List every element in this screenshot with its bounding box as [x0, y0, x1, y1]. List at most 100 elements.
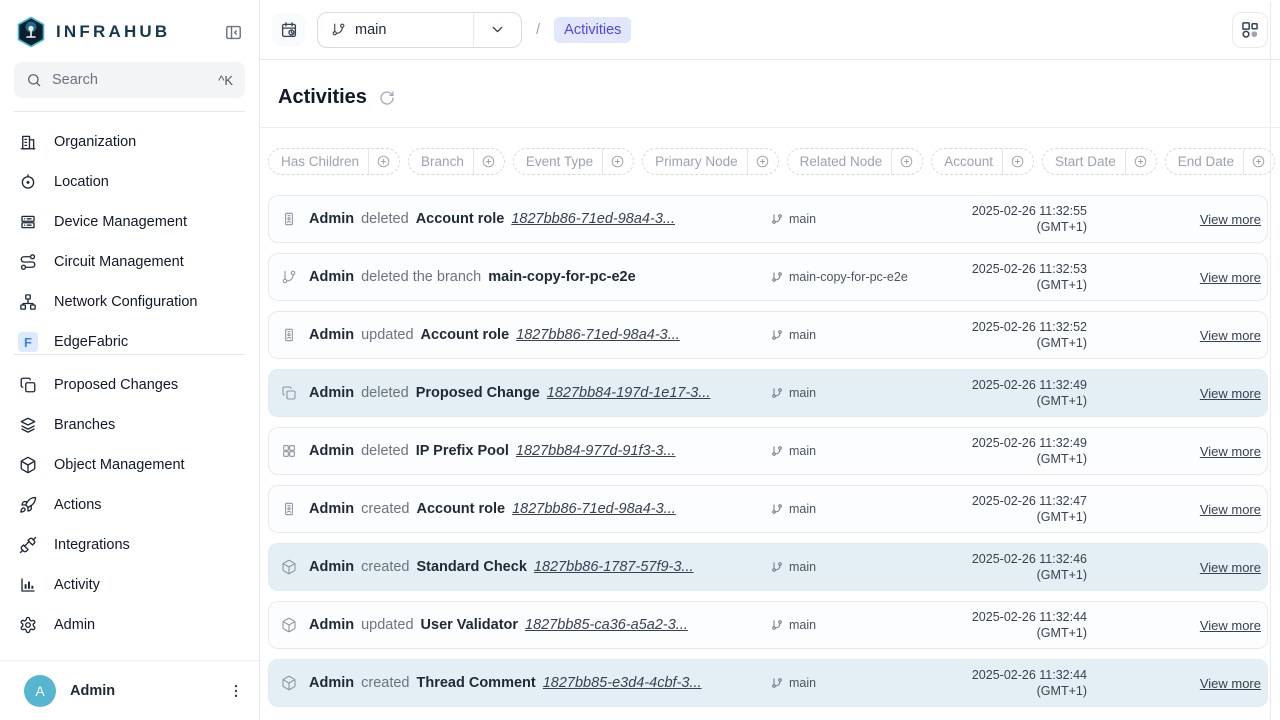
- filter-chip-branch[interactable]: Branch: [408, 148, 505, 175]
- sidebar-item-object-management[interactable]: Object Management: [0, 445, 259, 485]
- date-picker-button[interactable]: [272, 13, 305, 46]
- object-id-link[interactable]: 1827bb84-197d-1e17-3...: [547, 385, 711, 401]
- grid-icon: [281, 443, 297, 459]
- sidebar-item-device-management[interactable]: Device Management: [0, 202, 259, 242]
- view-more-link[interactable]: View more: [1200, 618, 1261, 633]
- action: deleted: [361, 211, 409, 227]
- filter-chip-primary-node[interactable]: Primary Node: [642, 148, 779, 175]
- view-more-link[interactable]: View more: [1200, 212, 1261, 227]
- sidebar-item-label: EdgeFabric: [54, 334, 128, 350]
- add-filter-icon[interactable]: [1002, 149, 1033, 174]
- sidebar-item-edgefabric[interactable]: F EdgeFabric: [0, 322, 259, 354]
- action: deleted: [361, 385, 409, 401]
- view-more-link[interactable]: View more: [1200, 444, 1261, 459]
- cube-icon: [18, 455, 38, 475]
- object-id-link[interactable]: 1827bb86-71ed-98a4-3...: [516, 327, 680, 343]
- git-branch-icon: [771, 329, 783, 341]
- sidebar-item-label: Object Management: [54, 457, 185, 473]
- filter-chip-account[interactable]: Account: [931, 148, 1034, 175]
- sidebar-item-label: Admin: [54, 617, 95, 633]
- filter-chip-end-date[interactable]: End Date: [1165, 148, 1275, 175]
- sidebar-item-network-configuration[interactable]: Network Configuration: [0, 282, 259, 322]
- filter-chip-has-children[interactable]: Has Children: [268, 148, 400, 175]
- network-icon: [18, 292, 38, 312]
- sidebar-section-primary: Organization Location Device Management …: [0, 112, 259, 354]
- timestamp: 2025-02-26 11:32:49(GMT+1): [941, 435, 1087, 468]
- search-input[interactable]: Search ^K: [14, 62, 245, 98]
- sidebar-item-activity[interactable]: Activity: [0, 565, 259, 605]
- sidebar-item-branches[interactable]: Branches: [0, 405, 259, 445]
- breadcrumb-activities[interactable]: Activities: [554, 17, 631, 43]
- actor: Admin: [309, 675, 354, 691]
- filter-chip-start-date[interactable]: Start Date: [1042, 148, 1157, 175]
- add-filter-icon[interactable]: [473, 149, 504, 174]
- sidebar-item-label: Branches: [54, 417, 115, 433]
- object-id-link[interactable]: 1827bb86-71ed-98a4-3...: [512, 501, 676, 517]
- sidebar-item-organization[interactable]: Organization: [0, 122, 259, 162]
- object-id-link[interactable]: 1827bb85-e3d4-4cbf-3...: [543, 675, 702, 691]
- view-more-link[interactable]: View more: [1200, 502, 1261, 517]
- view-more-link[interactable]: View more: [1200, 328, 1261, 343]
- components-button[interactable]: [1232, 12, 1268, 48]
- gear-icon: [18, 615, 38, 635]
- sidebar-collapse-icon[interactable]: [224, 23, 243, 42]
- route-icon: [18, 252, 38, 272]
- branch-selector[interactable]: main: [317, 12, 522, 48]
- sidebar-item-actions[interactable]: Actions: [0, 485, 259, 525]
- add-filter-icon[interactable]: [1125, 149, 1156, 174]
- plug-icon: [18, 535, 38, 555]
- sidebar-item-admin[interactable]: Admin: [0, 605, 259, 645]
- breadcrumb-separator: /: [534, 21, 542, 38]
- sidebar-item-integrations[interactable]: Integrations: [0, 525, 259, 565]
- filter-chip-related-node[interactable]: Related Node: [787, 148, 924, 175]
- logo-row: INFRAHUB: [0, 0, 259, 50]
- activity-message: Admin created Standard Check 1827bb86-17…: [309, 559, 771, 575]
- branch-name: main: [789, 618, 816, 632]
- view-more-link[interactable]: View more: [1200, 386, 1261, 401]
- add-filter-icon[interactable]: [602, 149, 633, 174]
- object-id-link[interactable]: 1827bb85-ca36-a5a2-3...: [525, 617, 688, 633]
- object-type: Thread Comment: [416, 675, 535, 691]
- object-id-link[interactable]: 1827bb86-1787-57f9-3...: [534, 559, 694, 575]
- user-row: A Admin: [0, 660, 259, 720]
- sidebar-section-secondary: Proposed Changes Branches Object Managem…: [0, 355, 259, 645]
- cube-icon: [281, 559, 297, 575]
- activity-message: Admin created Thread Comment 1827bb85-e3…: [309, 675, 771, 691]
- add-filter-icon[interactable]: [368, 149, 399, 174]
- object-id-link[interactable]: 1827bb86-71ed-98a4-3...: [511, 211, 675, 227]
- add-filter-icon[interactable]: [891, 149, 922, 174]
- git-branch-icon: [771, 387, 783, 399]
- activity-row: Admin deleted Proposed Change 1827bb84-1…: [268, 369, 1268, 417]
- timestamp: 2025-02-26 11:32:49(GMT+1): [941, 377, 1087, 410]
- building-icon: [18, 132, 38, 152]
- activity-message: Admin deleted the branch main-copy-for-p…: [309, 269, 771, 285]
- branch-cell: main: [771, 560, 941, 574]
- brand-title: INFRAHUB: [56, 22, 214, 42]
- object-id-link[interactable]: 1827bb84-977d-91f3-3...: [516, 443, 676, 459]
- server-icon: [18, 212, 38, 232]
- sidebar-item-location[interactable]: Location: [0, 162, 259, 202]
- branch-dropdown-toggle[interactable]: [473, 13, 521, 47]
- activity-row: Admin updated Account role 1827bb86-71ed…: [268, 311, 1268, 359]
- view-more-link[interactable]: View more: [1200, 676, 1261, 691]
- object-type: Account role: [416, 211, 505, 227]
- actor: Admin: [309, 501, 354, 517]
- sidebar-item-label: Integrations: [54, 537, 130, 553]
- add-filter-icon[interactable]: [747, 149, 778, 174]
- sidebar-item-proposed-changes[interactable]: Proposed Changes: [0, 365, 259, 405]
- refresh-icon[interactable]: [379, 90, 395, 106]
- user-menu-kebab-icon[interactable]: [227, 682, 245, 700]
- branch-cell: main: [771, 618, 941, 632]
- timestamp: 2025-02-26 11:32:44(GMT+1): [941, 667, 1087, 700]
- scrollbar[interactable]: [1270, 2, 1271, 720]
- object-type: Proposed Change: [416, 385, 540, 401]
- object-type: User Validator: [421, 617, 519, 633]
- filter-chip-event-type[interactable]: Event Type: [513, 148, 634, 175]
- branch-name: main: [789, 444, 816, 458]
- view-more-link[interactable]: View more: [1200, 560, 1261, 575]
- action: updated: [361, 327, 413, 343]
- view-more-link[interactable]: View more: [1200, 270, 1261, 285]
- actor: Admin: [309, 559, 354, 575]
- activity-message: Admin updated User Validator 1827bb85-ca…: [309, 617, 771, 633]
- sidebar-item-circuit-management[interactable]: Circuit Management: [0, 242, 259, 282]
